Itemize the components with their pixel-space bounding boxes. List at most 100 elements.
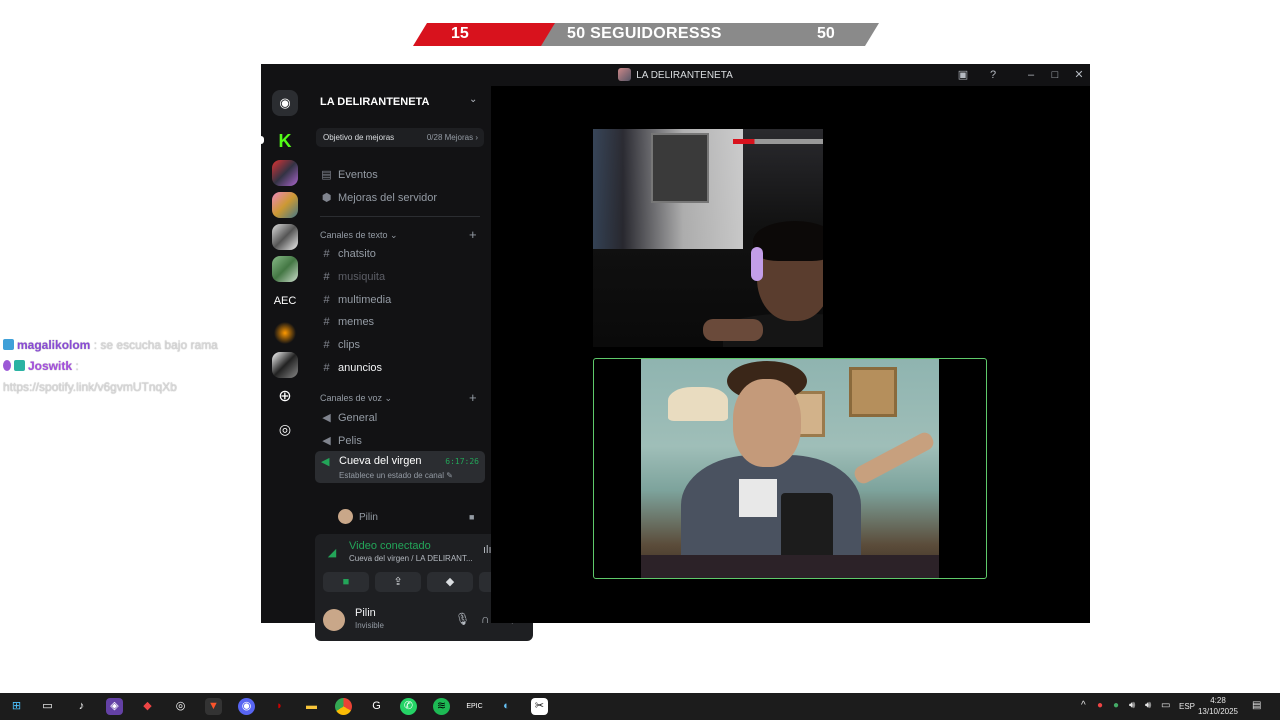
voice-member[interactable]: Pilin <box>338 509 378 524</box>
chevron-down-icon[interactable]: ⌄ <box>469 94 477 105</box>
video-tile-screen[interactable] <box>593 129 823 347</box>
chat-username: magalikolom <box>17 338 91 352</box>
volume-icon[interactable]: 🔊︎ <box>1145 700 1151 711</box>
boost-goal[interactable]: Objetivo de mejoras 0/28 Mejoras › <box>316 128 484 147</box>
chevron-up-icon[interactable]: ^ <box>1081 700 1086 711</box>
explore-icon[interactable]: ◎ <box>272 416 298 442</box>
inbox-icon[interactable]: ▣ <box>955 67 971 83</box>
app-red-icon[interactable]: ◗ <box>271 698 288 715</box>
close-icon[interactable]: ✕ <box>1071 67 1087 83</box>
calendar-icon: ▤ <box>321 169 332 181</box>
activity-button[interactable]: ◆ <box>427 572 473 592</box>
file-explorer-icon[interactable]: ▬ <box>303 698 320 715</box>
speaker-icon: ◀ <box>321 456 330 468</box>
capcut-icon[interactable]: ✂ <box>531 698 548 715</box>
server-icon[interactable] <box>272 192 298 218</box>
category-voice-channels[interactable]: Canales de voz ⌄ <box>320 393 392 404</box>
discord-home-icon[interactable]: ◉ <box>272 90 298 116</box>
server-aec[interactable]: AEC <box>272 288 298 314</box>
tray-app-icon[interactable]: ● <box>1113 700 1119 711</box>
tray-app-icon[interactable]: ● <box>1097 700 1103 711</box>
voice-channel-pelis[interactable]: ◀ Pelis <box>320 434 362 447</box>
connection-location[interactable]: Cueva del virgen / LA DELIRANT... <box>349 554 473 563</box>
hash-icon: # <box>323 271 330 283</box>
category-text-channels[interactable]: Canales de texto ⌄ <box>320 230 398 241</box>
goal-target-count: 50 <box>817 25 835 42</box>
chat-text: se escucha bajo rama <box>100 338 218 352</box>
chat-separator: : <box>75 359 79 373</box>
discord-icon[interactable]: ◉ <box>238 698 255 715</box>
steam-icon[interactable]: ◐ <box>498 698 515 715</box>
menu-events[interactable]: ▤ Eventos <box>320 168 377 181</box>
avatar[interactable] <box>323 609 345 631</box>
headphones-icon[interactable]: ∩ <box>481 612 490 626</box>
channel-musiquita[interactable]: # musiquita <box>320 271 385 283</box>
headphones-icon <box>751 247 763 281</box>
channel-chatsito[interactable]: # chatsito <box>320 248 375 260</box>
hash-icon: # <box>323 316 330 328</box>
server-icon[interactable] <box>272 224 298 250</box>
chat-message: Joswitk : <box>3 356 253 377</box>
system-clock[interactable]: 4:28 13/10/2025 <box>1196 695 1240 717</box>
add-channel-icon[interactable]: + <box>469 227 477 242</box>
app-g-icon[interactable]: G <box>368 698 385 715</box>
language-indicator[interactable]: ESP <box>1179 702 1195 711</box>
goal-current-count: 15 <box>451 25 469 42</box>
chat-message-link: https://spotify.link/v6gvmUTnqXb <box>3 380 177 394</box>
task-view-icon[interactable]: ▭ <box>39 698 56 715</box>
obs-icon[interactable]: ◎ <box>172 698 189 715</box>
chat-badge-icon <box>3 339 14 350</box>
maximize-icon[interactable]: □ <box>1047 67 1063 83</box>
camera-icon: ■ <box>469 512 475 522</box>
twitch-icon[interactable]: ◈ <box>106 698 123 715</box>
windows-taskbar: ⊞ ▭ ♪ ◈ ◆ ◎ ▼ ◉ ◗ ▬ G ✆ ≋ EPIC ◐ ✂ ^ ● ●… <box>0 693 1280 720</box>
server-name[interactable]: LA DELIRANTENETA <box>320 96 429 108</box>
add-channel-icon[interactable]: + <box>469 390 477 405</box>
windows-start-icon[interactable]: ⊞ <box>8 698 25 715</box>
chat-separator: : <box>93 338 98 352</box>
screen-share-button[interactable]: ⇪ <box>375 572 421 592</box>
voice-timer: 6:17:26 <box>445 457 479 466</box>
server-icon[interactable] <box>272 320 298 346</box>
server-icon[interactable] <box>272 256 298 282</box>
channel-multimedia[interactable]: # multimedia <box>320 294 391 306</box>
hash-icon: # <box>323 248 330 260</box>
whatsapp-icon[interactable]: ✆ <box>400 698 417 715</box>
voice-channel-active[interactable]: ◀ Cueva del virgen 6:17:26 Establece un … <box>315 451 485 483</box>
chrome-icon[interactable] <box>335 698 352 715</box>
server-icon <box>618 68 632 81</box>
kick-server-icon[interactable]: K <box>272 128 298 154</box>
channel-anuncios[interactable]: # anuncios <box>320 362 382 374</box>
voice-channel-general[interactable]: ◀ General <box>320 411 377 424</box>
webcam-feed <box>641 359 939 578</box>
server-icon[interactable] <box>272 352 298 378</box>
video-tile-camera[interactable] <box>593 358 987 579</box>
speaker-icon: ◀ <box>322 435 331 447</box>
channel-memes[interactable]: # memes <box>320 316 374 328</box>
add-server-icon[interactable]: ⊕ <box>272 384 298 410</box>
channel-clips[interactable]: # clips <box>320 339 360 351</box>
speaker-icon: ◀ <box>322 412 331 424</box>
menu-server-boosts[interactable]: ⬢ Mejoras del servidor <box>320 191 437 204</box>
network-icon[interactable]: ▭ <box>1161 700 1170 711</box>
channel-sidebar: LA DELIRANTENETA ⌄ Objetivo de mejoras 0… <box>309 86 533 641</box>
server-icon[interactable] <box>272 160 298 186</box>
camera-button[interactable]: ■ <box>323 572 369 592</box>
notifications-icon[interactable]: ▤ <box>1252 700 1261 711</box>
epic-icon[interactable]: EPIC <box>466 698 483 715</box>
goal-label: 50 SEGUIDORESSS <box>567 25 722 42</box>
tiktok-icon[interactable]: ♪ <box>73 698 90 715</box>
microphone-icon[interactable]: 🎙︎ <box>455 612 470 626</box>
chat-badge-icon <box>3 360 11 371</box>
minimize-icon[interactable]: – <box>1023 67 1039 83</box>
boost-icon: ⬢ <box>321 192 332 204</box>
signal-icon[interactable]: ◢ <box>323 544 341 562</box>
app-diamond-icon[interactable]: ◆ <box>139 698 156 715</box>
spotify-icon[interactable]: ≋ <box>433 698 450 715</box>
hash-icon: # <box>323 362 330 374</box>
channel-status-input[interactable]: Establece un estado de canal ✎ <box>339 471 453 480</box>
brave-icon[interactable]: ▼ <box>205 698 222 715</box>
follower-goal-banner: 15 50 SEGUIDORESSS 50 <box>413 23 879 46</box>
help-icon[interactable]: ? <box>985 67 1001 83</box>
volume-icon[interactable]: 🔊︎ <box>1129 700 1135 711</box>
